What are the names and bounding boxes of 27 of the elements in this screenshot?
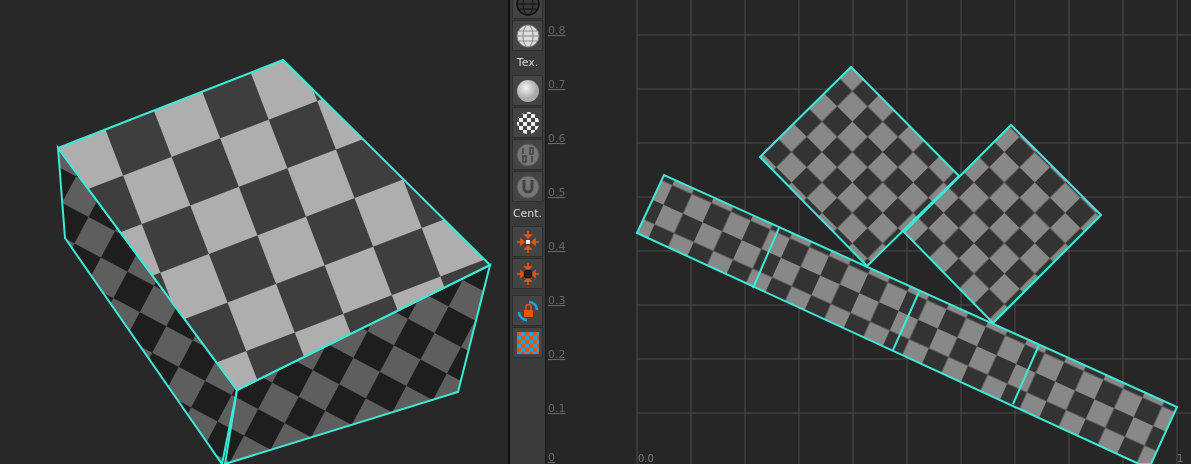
tool-button[interactable] xyxy=(512,295,543,326)
axis-label: 0.3 xyxy=(548,294,566,307)
axis-label: 0 xyxy=(548,451,555,464)
binary-sphere-icon xyxy=(514,141,541,168)
section-label: Cent. xyxy=(512,206,543,222)
axis-label: 0.0 xyxy=(638,453,654,464)
globe-icon xyxy=(514,22,541,49)
axis-label: 0.4 xyxy=(548,240,566,253)
axis-label: 1 xyxy=(1177,453,1184,464)
center-arrows-icon xyxy=(514,228,541,255)
axis-label: 0.5 xyxy=(548,186,566,199)
sphere-icon xyxy=(514,77,541,104)
tool-button[interactable] xyxy=(512,20,543,51)
axis-label: 0.8 xyxy=(548,24,566,37)
tool-button[interactable] xyxy=(512,75,543,106)
center-globe-icon xyxy=(514,260,541,287)
axis-label: 0.2 xyxy=(548,348,566,361)
checker-grid-icon xyxy=(516,331,539,354)
checker-sphere-icon xyxy=(514,109,541,136)
axis-label: 0.1 xyxy=(548,402,566,415)
section-label: Tex. xyxy=(516,55,539,71)
axis-label: 0.6 xyxy=(548,132,566,145)
tool-button[interactable] xyxy=(512,327,543,358)
tool-button[interactable] xyxy=(512,258,543,289)
tool-button[interactable] xyxy=(512,107,543,138)
axis-label: 0.7 xyxy=(548,78,566,91)
magnet-sphere-icon xyxy=(514,173,541,200)
